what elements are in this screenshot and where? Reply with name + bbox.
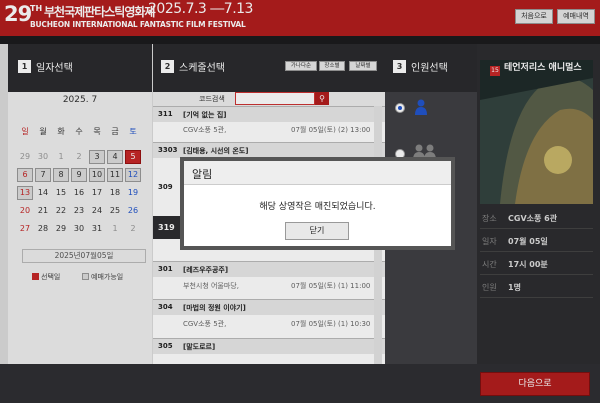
alert-message: 해당 상영작은 매진되었습니다. bbox=[259, 202, 376, 212]
alert-header: 알림 bbox=[184, 161, 451, 185]
close-button[interactable]: 닫기 bbox=[285, 222, 349, 240]
alert-title: 알림 bbox=[192, 168, 213, 181]
alert-dialog: 알림 해당 상영작은 매진되었습니다. 닫기 bbox=[180, 157, 455, 250]
